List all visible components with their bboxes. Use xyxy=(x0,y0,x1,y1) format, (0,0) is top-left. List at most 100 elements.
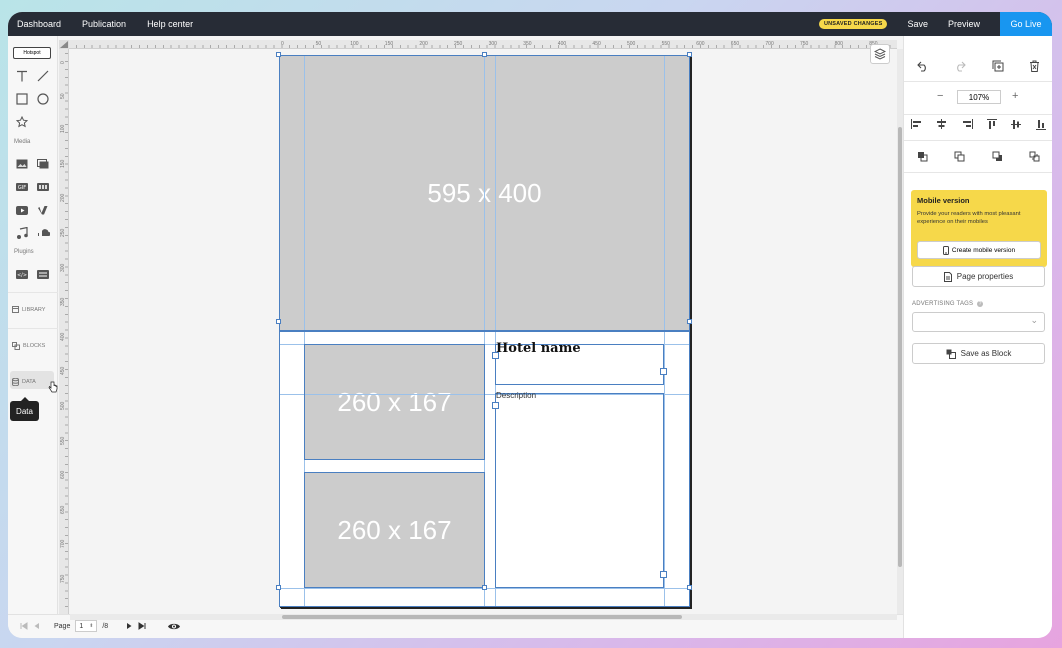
blocks-link[interactable]: BLOCKS xyxy=(12,342,45,350)
nav-publication[interactable]: Publication xyxy=(82,19,126,29)
resize-handle[interactable] xyxy=(276,52,281,57)
horizontal-scrollbar[interactable] xyxy=(70,614,897,620)
rectangle-tool-icon[interactable] xyxy=(13,91,31,107)
ruler-top-tick: 400 xyxy=(557,41,567,47)
slideshow-tool-icon[interactable] xyxy=(34,179,52,195)
ruler-left-tick: 750 xyxy=(60,574,66,583)
resize-handle[interactable] xyxy=(492,402,499,409)
hotspot-tool[interactable]: Hotspot xyxy=(13,47,51,59)
ruler-left-tick: 150 xyxy=(60,159,66,168)
ruler-left-tick: 400 xyxy=(60,332,66,341)
vimeo-icon[interactable] xyxy=(34,202,52,218)
soundcloud-icon[interactable] xyxy=(34,225,52,241)
resize-handle[interactable] xyxy=(687,585,692,590)
horizontal-scroll-thumb[interactable] xyxy=(282,615,682,619)
selection-frame xyxy=(495,393,664,588)
align-left-icon[interactable] xyxy=(911,119,922,129)
data-link-content[interactable]: DATA xyxy=(12,378,36,386)
page-properties-button[interactable]: Page properties xyxy=(912,266,1045,287)
gif-tool-icon[interactable]: GIF xyxy=(13,179,31,195)
ruler-top-tick: 250 xyxy=(454,41,463,47)
top-navbar: Dashboard Publication Help center UNSAVE… xyxy=(8,12,1052,36)
page-navigator: Page 1 ⬍ /8 xyxy=(20,620,181,632)
create-mobile-version-button[interactable]: Create mobile version xyxy=(917,241,1041,259)
resize-handle[interactable] xyxy=(660,571,667,578)
gallery-tool-icon[interactable] xyxy=(34,156,52,172)
advertising-tags-text: ADVERTISING TAGS xyxy=(912,301,974,307)
bring-forward-icon[interactable] xyxy=(954,151,965,162)
save-button[interactable]: Save xyxy=(907,19,928,29)
data-tooltip: Data xyxy=(10,397,39,421)
zoom-out-button[interactable]: − xyxy=(937,90,943,102)
library-link[interactable]: LIBRARY xyxy=(12,306,45,313)
preview-button[interactable]: Preview xyxy=(948,19,980,29)
embed-code-icon[interactable]: </> xyxy=(13,266,31,282)
description-text[interactable]: Description xyxy=(496,391,536,400)
advertising-tags-select[interactable] xyxy=(912,312,1045,332)
resize-handle[interactable] xyxy=(482,52,487,57)
hand-cursor-icon xyxy=(48,381,58,393)
ruler-left-tick: 100 xyxy=(60,124,66,134)
resize-handle[interactable] xyxy=(660,368,667,375)
star-tool-icon[interactable] xyxy=(13,114,31,130)
ruler-top-tick: 800 xyxy=(834,41,843,47)
layers-button[interactable] xyxy=(870,44,890,64)
first-page-icon[interactable] xyxy=(20,622,28,630)
redo-icon[interactable] xyxy=(954,61,967,72)
vertical-scroll-thumb[interactable] xyxy=(898,127,902,567)
ruler-left-tick: 50 xyxy=(60,93,66,99)
ruler-top-tick: 0 xyxy=(281,41,284,47)
prev-page-icon[interactable] xyxy=(33,622,41,630)
hotel-name-text[interactable]: Hotel name xyxy=(496,341,581,356)
delete-icon[interactable] xyxy=(1029,60,1040,72)
save-as-block-label: Save as Block xyxy=(960,349,1012,358)
align-top-icon[interactable] xyxy=(987,118,998,130)
save-as-block-button[interactable]: Save as Block xyxy=(912,343,1045,364)
nav-dashboard[interactable]: Dashboard xyxy=(17,19,61,29)
line-tool-icon[interactable] xyxy=(34,68,52,84)
send-back-icon[interactable] xyxy=(1029,151,1040,162)
align-middle-icon[interactable] xyxy=(1011,119,1022,130)
left-toolbar: Hotspot Media GIF Plugins </> LIBRARY BL… xyxy=(8,36,58,614)
page-number-value: 1 xyxy=(79,622,84,630)
ruler-top-tick: 350 xyxy=(523,41,532,47)
next-page-icon[interactable] xyxy=(125,622,133,630)
ruler-top-tick: 450 xyxy=(592,41,601,47)
page-number-input[interactable]: 1 ⬍ xyxy=(75,620,98,632)
undo-icon[interactable] xyxy=(916,61,929,72)
resize-handle[interactable] xyxy=(687,319,692,324)
go-live-button[interactable]: Go Live xyxy=(1000,12,1052,36)
ruler-left-tick: 450 xyxy=(60,367,66,376)
stepper-icon[interactable]: ⬍ xyxy=(89,623,93,629)
unsaved-changes-badge: UNSAVED CHANGES xyxy=(818,19,888,29)
ruler-top-tick: 500 xyxy=(627,41,636,47)
form-plugin-icon[interactable] xyxy=(34,266,52,282)
resize-handle[interactable] xyxy=(276,319,281,324)
resize-handle[interactable] xyxy=(687,52,692,57)
text-tool-icon[interactable] xyxy=(13,68,31,84)
image-tool-icon[interactable] xyxy=(13,156,31,172)
page-label: Page xyxy=(54,622,71,630)
zoom-input[interactable]: 107% xyxy=(957,90,1001,104)
duplicate-icon[interactable] xyxy=(992,60,1004,72)
ruler-corner xyxy=(59,40,69,49)
last-page-icon[interactable] xyxy=(138,622,146,630)
info-icon[interactable]: ? xyxy=(977,301,984,307)
audio-tool-icon[interactable] xyxy=(13,225,31,241)
bring-front-icon[interactable] xyxy=(917,151,928,162)
ruler-top-tick: 750 xyxy=(800,41,809,47)
plugins-section-label: Plugins xyxy=(14,249,34,255)
zoom-in-button[interactable]: + xyxy=(1012,90,1018,102)
app-window: Dashboard Publication Help center UNSAVE… xyxy=(8,12,1052,638)
circle-tool-icon[interactable] xyxy=(34,91,52,107)
send-backward-icon[interactable] xyxy=(992,151,1003,162)
align-bottom-icon[interactable] xyxy=(1035,119,1046,130)
eye-preview-icon[interactable] xyxy=(167,622,181,631)
resize-handle[interactable] xyxy=(482,585,487,590)
nav-help-center[interactable]: Help center xyxy=(147,19,193,29)
align-center-icon[interactable] xyxy=(936,119,947,129)
database-icon xyxy=(12,378,19,386)
resize-handle[interactable] xyxy=(276,585,281,590)
youtube-icon[interactable] xyxy=(13,202,31,218)
align-right-icon[interactable] xyxy=(962,119,973,129)
